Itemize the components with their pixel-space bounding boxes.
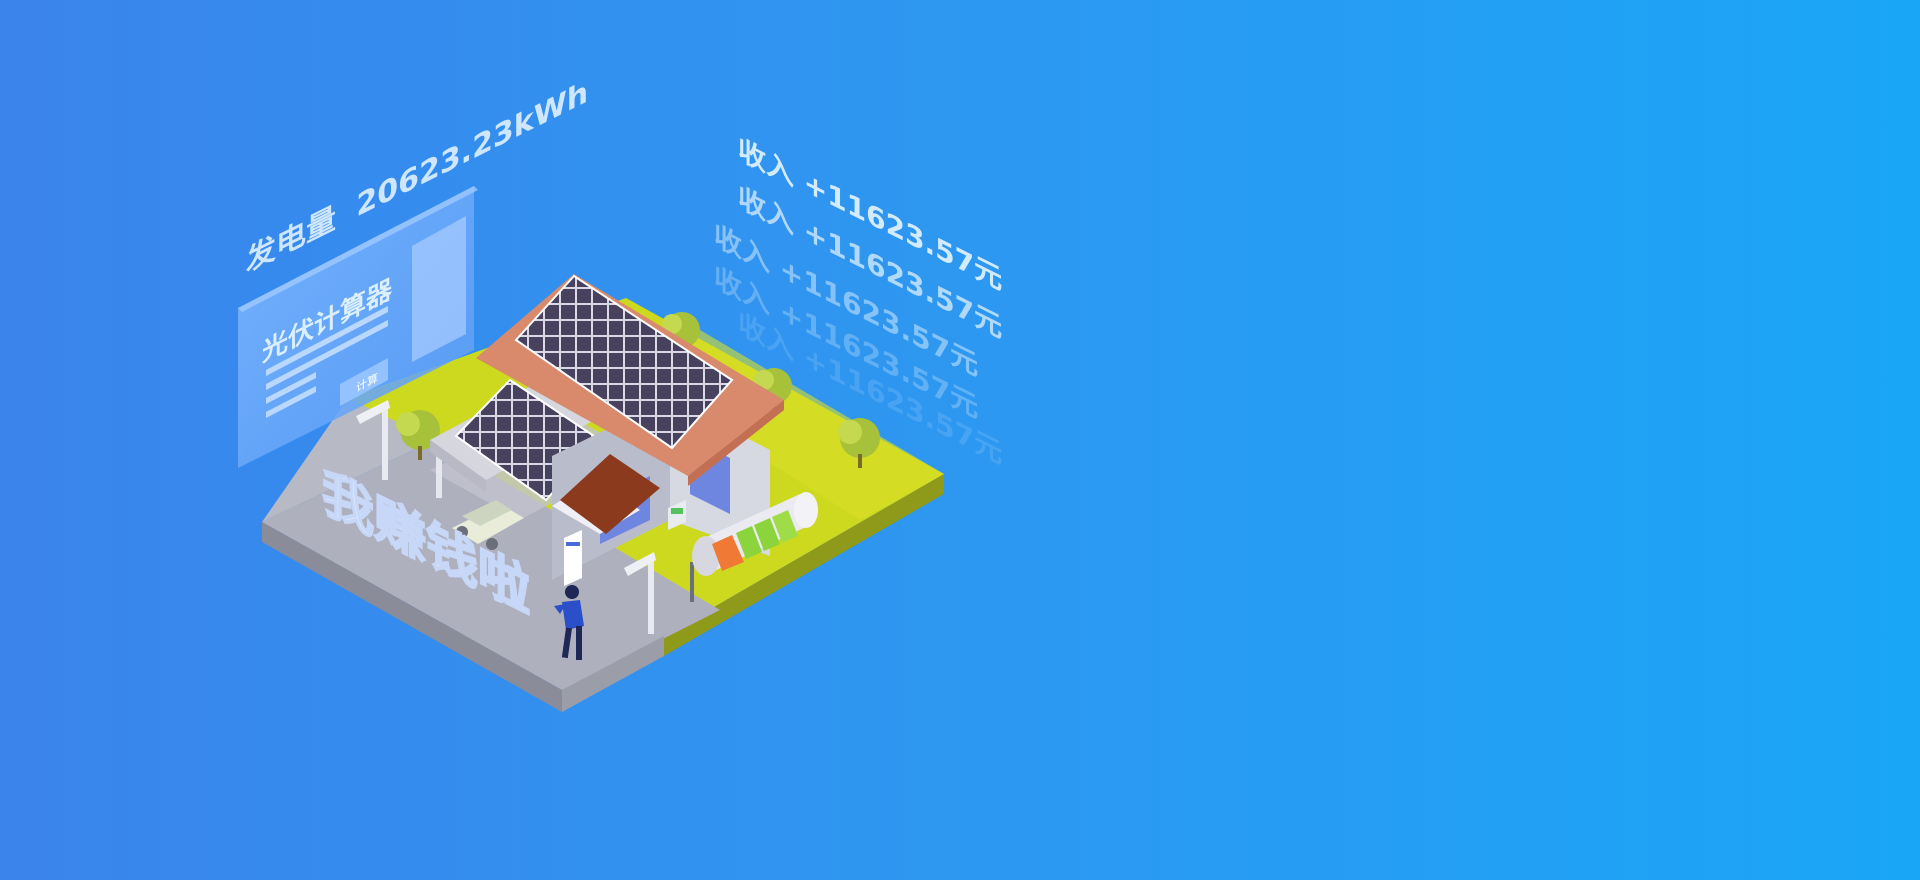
hero-banner: 光伏计算器 计算 发电量 20623.23kWh 我赚钱啦 收入 +11623.… bbox=[0, 0, 1920, 880]
isometric-scene: 光伏计算器 计算 发电量 20623.23kWh 我赚钱啦 收入 +11623.… bbox=[238, 73, 1002, 712]
door bbox=[564, 530, 582, 586]
